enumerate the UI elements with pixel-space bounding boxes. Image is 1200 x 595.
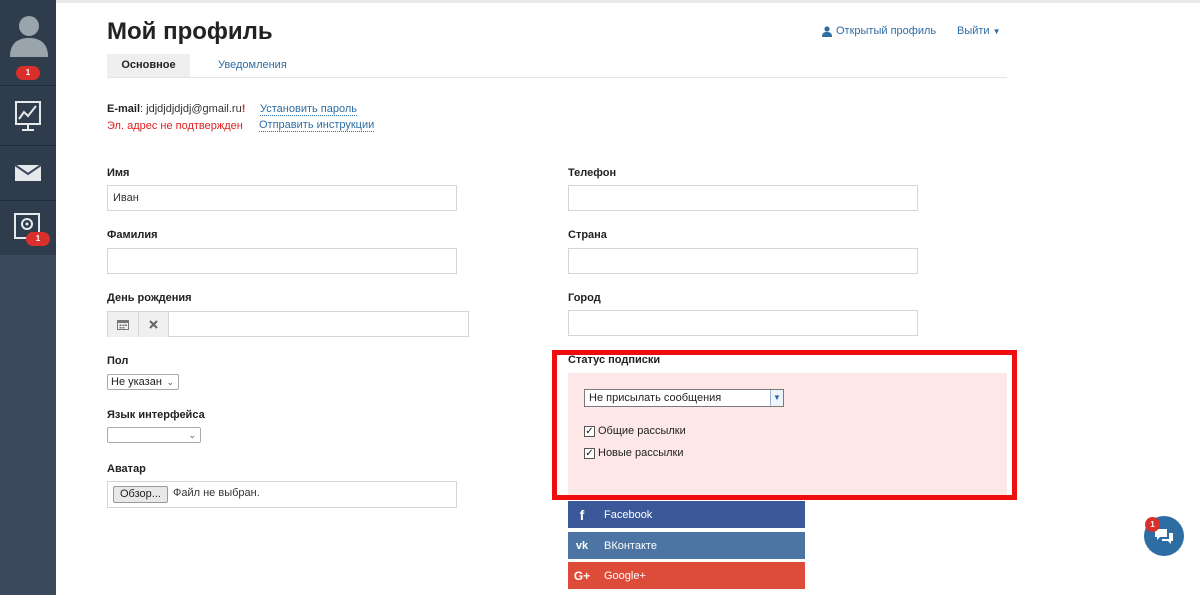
notification-badge: 1: [26, 232, 50, 246]
sidebar-item-messages[interactable]: [0, 143, 56, 203]
tab-general[interactable]: Основное: [107, 54, 190, 77]
highlight-frame: [552, 350, 1017, 500]
top-divider: [0, 0, 1200, 3]
chart-icon: [15, 101, 41, 131]
sidebar: 1 1: [0, 0, 56, 595]
city-label: Город: [568, 292, 601, 304]
last-name-field[interactable]: [107, 248, 457, 274]
gender-label: Пол: [107, 355, 129, 367]
sidebar-item-settings[interactable]: [0, 198, 56, 258]
city-field[interactable]: [568, 310, 918, 336]
birthday-label: День рождения: [107, 292, 192, 304]
calendar-icon: [117, 320, 129, 330]
open-profile-link[interactable]: Открытый профиль: [822, 25, 936, 37]
chevron-down-icon: ⌄: [166, 377, 174, 387]
avatar-icon: [10, 16, 48, 57]
avatar-file-input: Обзор... Файл не выбран.: [107, 481, 457, 508]
google-plus-label: Google+: [604, 569, 646, 582]
chat-badge: 1: [1145, 517, 1160, 532]
language-select[interactable]: ⌄: [107, 427, 201, 443]
email-unconfirmed-warning: Эл. адрес не подтвержден: [107, 120, 243, 132]
file-status: Файл не выбран.: [173, 487, 260, 499]
sidebar-item-avatar[interactable]: [0, 5, 56, 65]
tabs-divider: [107, 77, 1007, 78]
vk-icon: vk: [575, 539, 589, 552]
open-profile-label: Открытый профиль: [836, 25, 937, 37]
phone-label: Телефон: [568, 167, 617, 179]
facebook-label: Facebook: [604, 508, 653, 521]
google-plus-button[interactable]: G+ Google+: [568, 562, 805, 589]
email-value: jdjdjdjdjdj@gmail.ru: [146, 103, 242, 115]
avatar-label: Аватар: [107, 463, 146, 475]
gender-value: Не указан: [111, 376, 162, 388]
logout-dropdown[interactable]: Выйти ▼: [957, 25, 1001, 37]
gender-select[interactable]: Не указан ⌄: [107, 374, 179, 390]
warning-icon: !: [241, 103, 246, 115]
chevron-down-icon: ⌄: [188, 430, 196, 440]
set-password-link[interactable]: Установить пароль: [260, 103, 358, 116]
facebook-button[interactable]: f Facebook: [568, 501, 805, 528]
user-icon: [822, 25, 832, 37]
close-icon: [149, 320, 158, 329]
vk-button[interactable]: vk ВКонтакте: [568, 532, 805, 559]
notification-badge: 1: [16, 66, 40, 80]
email-label: E-mail: [107, 103, 141, 115]
email-row: E-mail: jdjdjdjdjdj@gmail.ru!: [107, 103, 246, 115]
browse-button[interactable]: Обзор...: [113, 486, 168, 503]
page-title: Мой профиль: [107, 18, 273, 45]
logout-label: Выйти: [957, 25, 990, 37]
last-name-label: Фамилия: [107, 229, 158, 241]
first-name-label: Имя: [107, 167, 130, 179]
mail-icon: [14, 164, 42, 181]
google-plus-icon: G+: [573, 568, 591, 583]
language-label: Язык интерфейса: [107, 409, 205, 421]
vk-label: ВКонтакте: [604, 539, 657, 552]
send-instructions-link[interactable]: Отправить инструкции: [259, 119, 375, 132]
caret-down-icon: ▼: [992, 27, 1001, 36]
phone-field[interactable]: [568, 185, 918, 211]
clear-date-button[interactable]: [139, 312, 169, 337]
tab-notifications[interactable]: Уведомления: [218, 54, 287, 77]
calendar-button[interactable]: [108, 312, 139, 337]
first-name-field[interactable]: Иван: [107, 185, 457, 211]
country-field[interactable]: [568, 248, 918, 274]
facebook-icon: f: [579, 506, 585, 523]
country-label: Страна: [568, 229, 607, 241]
sidebar-item-stats[interactable]: [0, 86, 56, 146]
